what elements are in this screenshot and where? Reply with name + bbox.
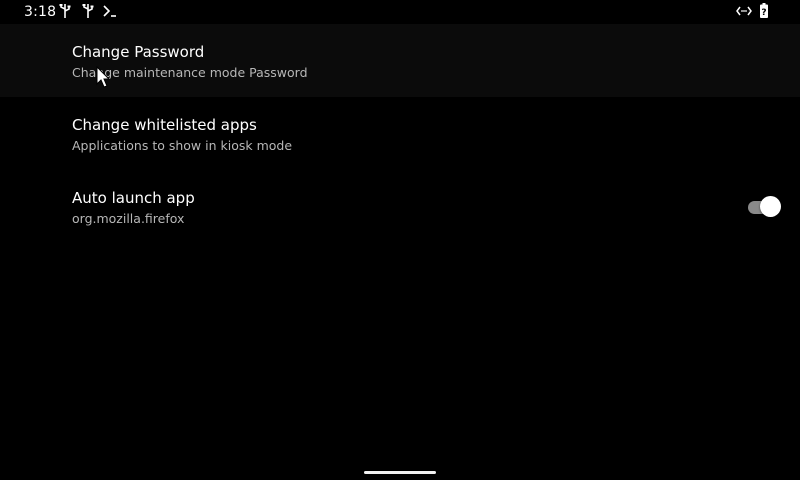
change-whitelisted-apps-preference[interactable]: Change whitelisted apps Applications to … — [0, 97, 800, 170]
settings-list: Change Password Change maintenance mode … — [0, 24, 800, 243]
svg-text:?: ? — [761, 8, 766, 18]
mouse-pointer-icon — [96, 65, 112, 90]
auto-launch-app-preference[interactable]: Auto launch app org.mozilla.firefox — [0, 170, 800, 243]
terminal-icon — [103, 4, 117, 18]
preference-title: Change Password — [72, 43, 205, 61]
usb-icon — [82, 4, 96, 18]
usb-icon — [59, 4, 73, 18]
auto-launch-toggle[interactable] — [748, 196, 782, 218]
navigation-handle[interactable] — [364, 471, 436, 474]
ethernet-icon — [736, 4, 752, 18]
battery-unknown-icon: ? — [760, 3, 768, 18]
preference-title: Change whitelisted apps — [72, 116, 257, 134]
preference-summary: org.mozilla.firefox — [72, 211, 185, 226]
preference-title: Auto launch app — [72, 189, 195, 207]
change-password-preference[interactable]: Change Password Change maintenance mode … — [0, 24, 800, 97]
toggle-thumb — [760, 196, 781, 217]
status-bar: 3:18 ? — [0, 0, 800, 24]
status-time: 3:18 — [24, 4, 57, 20]
preference-summary: Applications to show in kiosk mode — [72, 138, 293, 153]
